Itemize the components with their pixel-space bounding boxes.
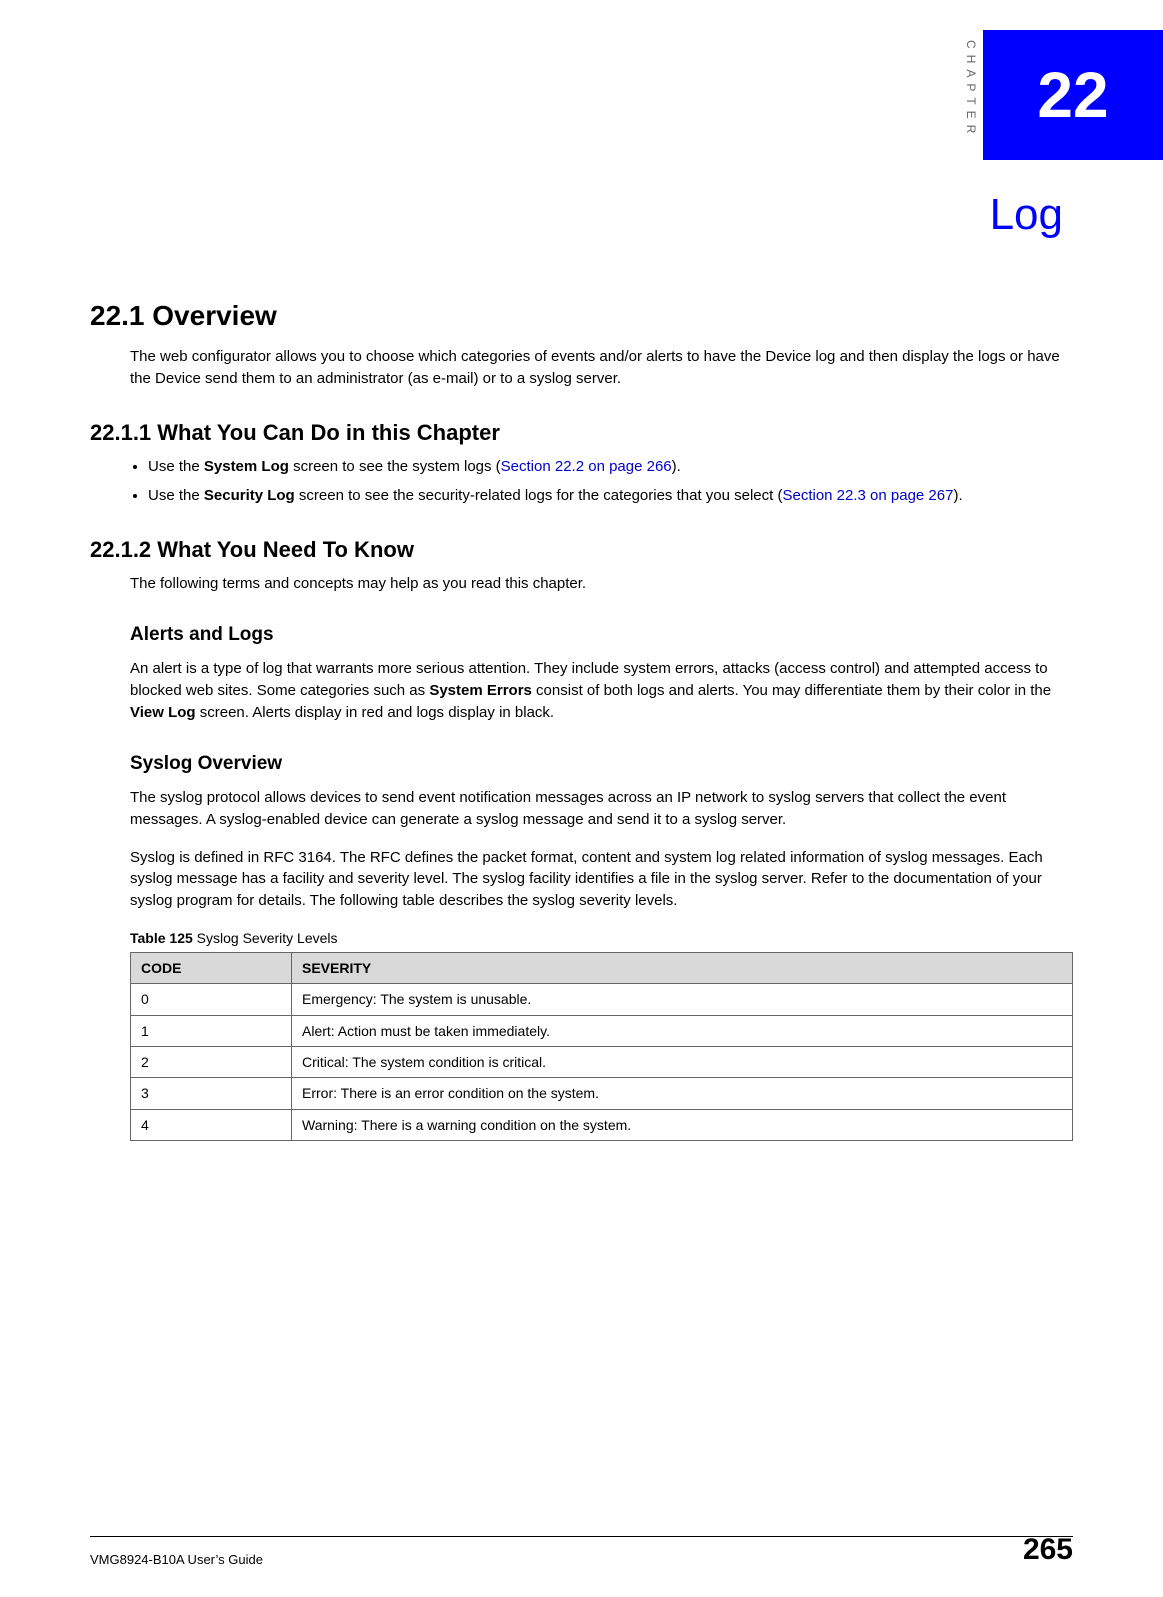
section-22-1-1-body: Use the System Log screen to see the sys… — [130, 456, 1073, 508]
cell-code: 3 — [131, 1078, 292, 1109]
table-row: 4 Warning: There is a warning condition … — [131, 1109, 1073, 1140]
xref-22-2[interactable]: Section 22.2 on page 266 — [501, 458, 672, 475]
chapter-title: Log — [90, 190, 1073, 240]
footer-guide-name: VMG8924-B10A User’s Guide — [90, 1552, 263, 1567]
heading-22-1-1: 22.1.1 What You Can Do in this Chapter — [90, 420, 1073, 446]
cell-severity: Warning: There is a warning condition on… — [292, 1109, 1073, 1140]
overview-paragraph: The web configurator allows you to choos… — [130, 346, 1073, 390]
text: Use the — [148, 487, 204, 504]
text: Use the — [148, 458, 204, 475]
cell-code: 1 — [131, 1015, 292, 1046]
cell-severity: Emergency: The system is unusable. — [292, 984, 1073, 1015]
xref-22-3[interactable]: Section 22.3 on page 267 — [782, 487, 953, 504]
cell-severity: Error: There is an error condition on th… — [292, 1078, 1073, 1109]
text: screen to see the system logs ( — [289, 458, 501, 475]
heading-22-1-2: 22.1.2 What You Need To Know — [90, 537, 1073, 563]
table-row: 2 Critical: The system condition is crit… — [131, 1047, 1073, 1078]
security-log-bold: Security Log — [204, 487, 295, 504]
section-22-1-body: The web configurator allows you to choos… — [130, 346, 1073, 390]
table-caption-title: Syslog Severity Levels — [197, 930, 338, 946]
text: consist of both logs and alerts. You may… — [532, 682, 1051, 699]
table-header-row: CODE SEVERITY — [131, 953, 1073, 984]
footer-page-number: 265 — [1023, 1533, 1073, 1567]
table-row: 1 Alert: Action must be taken immediatel… — [131, 1015, 1073, 1046]
cell-severity: Alert: Action must be taken immediately. — [292, 1015, 1073, 1046]
th-code: CODE — [131, 953, 292, 984]
bullet-security-log: Use the Security Log screen to see the s… — [148, 485, 1073, 507]
table-row: 0 Emergency: The system is unusable. — [131, 984, 1073, 1015]
text: screen to see the security-related logs … — [295, 487, 783, 504]
cell-code: 4 — [131, 1109, 292, 1140]
system-errors-bold: System Errors — [429, 682, 532, 699]
footer: VMG8924-B10A User’s Guide 265 — [90, 1533, 1073, 1567]
cell-code: 0 — [131, 984, 292, 1015]
page: CHAPTER 22 Log 22.1 Overview The web con… — [0, 0, 1163, 1597]
text: ). — [953, 487, 962, 504]
syslog-severity-table: CODE SEVERITY 0 Emergency: The system is… — [130, 952, 1073, 1141]
th-severity: SEVERITY — [292, 953, 1073, 984]
view-log-bold: View Log — [130, 704, 196, 721]
table-caption-prefix: Table 125 — [130, 930, 197, 946]
text: screen. Alerts display in red and logs d… — [196, 704, 555, 721]
syslog-p2: Syslog is defined in RFC 3164. The RFC d… — [130, 847, 1073, 912]
heading-22-1: 22.1 Overview — [90, 300, 1073, 332]
cell-severity: Critical: The system condition is critic… — [292, 1047, 1073, 1078]
syslog-p1: The syslog protocol allows devices to se… — [130, 787, 1073, 831]
system-log-bold: System Log — [204, 458, 289, 475]
cell-code: 2 — [131, 1047, 292, 1078]
section-22-1-2-body: The following terms and concepts may hel… — [130, 573, 1073, 1141]
chapter-label: CHAPTER — [964, 40, 978, 139]
text: ). — [672, 458, 681, 475]
heading-syslog-overview: Syslog Overview — [130, 750, 1073, 778]
chapter-number-box: 22 — [983, 30, 1163, 160]
heading-alerts-and-logs: Alerts and Logs — [130, 621, 1073, 649]
need-to-know-intro: The following terms and concepts may hel… — [130, 573, 1073, 595]
alerts-paragraph: An alert is a type of log that warrants … — [130, 658, 1073, 723]
table-row: 3 Error: There is an error condition on … — [131, 1078, 1073, 1109]
bullet-system-log: Use the System Log screen to see the sys… — [148, 456, 1073, 478]
table-caption: Table 125 Syslog Severity Levels — [130, 928, 1073, 948]
